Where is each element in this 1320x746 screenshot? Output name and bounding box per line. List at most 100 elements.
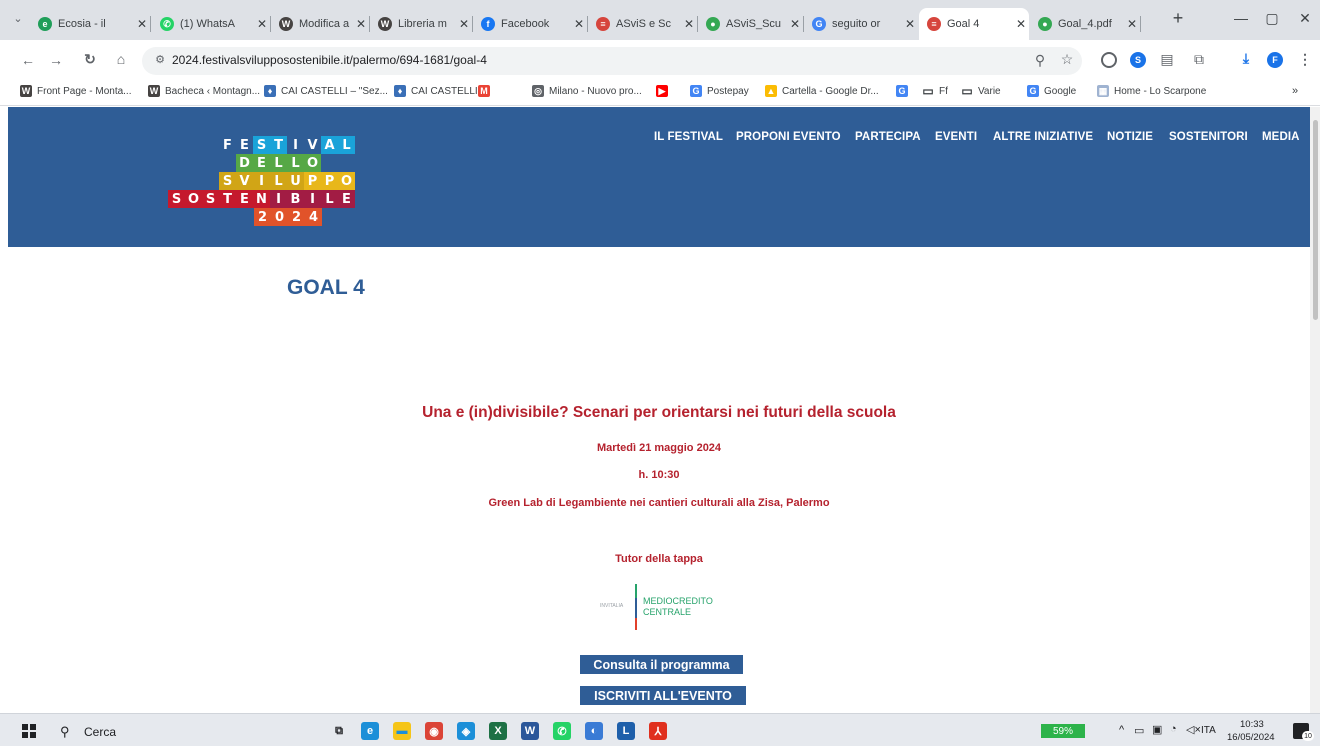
nav-item-partecipa[interactable]: PARTECIPA xyxy=(855,131,921,143)
bookmark-item[interactable]: G Postepay xyxy=(690,85,749,97)
bookmark-item[interactable]: ▭ Varie xyxy=(961,84,1000,98)
bookmark-item[interactable]: ▶ xyxy=(656,85,673,97)
tab-3[interactable]: W Libreria m ✕ xyxy=(370,8,473,40)
taskbar-search-icon[interactable]: ⚲ xyxy=(60,724,70,740)
bookmark-item[interactable]: ◎ Milano - Nuovo pro... xyxy=(532,85,642,97)
tab-6[interactable]: ● ASviS_Scu ✕ xyxy=(698,8,804,40)
logo-letter: L xyxy=(270,172,287,190)
restore-icon[interactable]: ▢ xyxy=(1257,10,1287,27)
bookmark-item[interactable]: G xyxy=(896,85,913,97)
extension-s-icon[interactable]: S xyxy=(1130,52,1146,68)
bookmark-item[interactable]: ♦ CAI CASTELLI – "Sez... xyxy=(264,85,388,97)
lexibook-icon[interactable]: L xyxy=(617,722,635,740)
extension-reader-icon[interactable]: ▤ xyxy=(1157,51,1177,68)
tab-search-icon[interactable]: ⌄ xyxy=(8,12,28,25)
nav-item-notizie[interactable]: NOTIZIE xyxy=(1107,131,1153,143)
profile-avatar-icon[interactable]: F xyxy=(1267,52,1283,68)
tab-close-icon[interactable]: ✕ xyxy=(1013,17,1029,31)
tab-close-icon[interactable]: ✕ xyxy=(787,17,803,31)
tab-close-icon[interactable]: ✕ xyxy=(902,17,918,31)
whatsapp-icon[interactable]: ✆ xyxy=(553,722,571,740)
minimize-icon[interactable]: — xyxy=(1226,10,1256,26)
home-icon[interactable]: ⌂ xyxy=(111,51,131,67)
close-window-icon[interactable]: ✕ xyxy=(1290,10,1320,27)
google-icon: G xyxy=(1027,85,1039,97)
extension-opera-icon[interactable] xyxy=(1101,52,1117,68)
tab-close-icon[interactable]: ✕ xyxy=(254,17,270,31)
bookmark-item[interactable]: ▭ Ff xyxy=(922,84,948,98)
tab-8[interactable]: ≡ Goal 4 ✕ xyxy=(919,8,1029,40)
file-explorer-icon[interactable]: ▬ xyxy=(393,722,411,740)
ms-store-icon[interactable]: ◈ xyxy=(457,722,475,740)
tab-close-icon[interactable]: ✕ xyxy=(456,17,472,31)
windows-start-icon[interactable] xyxy=(22,724,36,738)
edge-icon[interactable]: e xyxy=(361,722,379,740)
tray-battery-icon[interactable]: ▭ xyxy=(1134,724,1144,737)
forward-icon[interactable]: → xyxy=(46,52,66,68)
nav-item-eventi[interactable]: EVENTI xyxy=(935,131,977,143)
register-button[interactable]: ISCRIVITI ALL'EVENTO xyxy=(580,686,746,705)
sheet-icon: ● xyxy=(706,17,720,31)
nav-item-altre-iniziative[interactable]: ALTRE INIZIATIVE xyxy=(993,131,1093,143)
bookmark-item[interactable]: W Bacheca ‹ Montagn... xyxy=(148,85,260,97)
tab-close-icon[interactable]: ✕ xyxy=(571,17,587,31)
logo-letter: V xyxy=(304,136,321,154)
reload-icon[interactable]: ↻ xyxy=(80,51,100,68)
nav-item-proponi-evento[interactable]: PROPONI EVENTO xyxy=(736,131,841,143)
tab-5[interactable]: ≡ ASviS e Sc ✕ xyxy=(588,8,698,40)
chrome-icon[interactable]: ◉ xyxy=(425,722,443,740)
bookmark-item[interactable]: W Front Page - Monta... xyxy=(20,85,132,97)
back-icon[interactable]: ← xyxy=(18,52,38,68)
site-info-icon[interactable]: ⚙ xyxy=(150,53,170,66)
word-icon[interactable]: W xyxy=(521,722,539,740)
tab-0[interactable]: e Ecosia - il ✕ xyxy=(30,8,151,40)
bookmark-item[interactable]: G Google xyxy=(1027,85,1076,97)
tab-close-icon[interactable]: ✕ xyxy=(353,17,369,31)
tab-close-icon[interactable]: ✕ xyxy=(681,17,697,31)
bookmark-label: Bacheca ‹ Montagn... xyxy=(165,85,261,97)
zoom-icon[interactable]: ⚲ xyxy=(1030,52,1050,69)
tray-chevron-icon[interactable]: ^ xyxy=(1119,724,1124,736)
tab-9[interactable]: ● Goal_4.pdf ✕ xyxy=(1030,8,1141,40)
tray-meet-icon[interactable]: ▣ xyxy=(1152,723,1162,736)
nav-item-il-festival[interactable]: IL FESTIVAL xyxy=(654,131,723,143)
bookmark-item[interactable]: ▦ Home - Lo Scarpone xyxy=(1097,85,1206,97)
tab-close-icon[interactable]: ✕ xyxy=(134,17,150,31)
tab-1[interactable]: ✆ (1) WhatsA ✕ xyxy=(152,8,271,40)
tab-2[interactable]: W Modifica a ✕ xyxy=(271,8,370,40)
tray-time[interactable]: 10:33 xyxy=(1240,719,1264,730)
tray-date[interactable]: 16/05/2024 xyxy=(1227,732,1275,743)
tray-volume-icon[interactable]: ◁× xyxy=(1186,723,1201,736)
bookmark-item[interactable]: M xyxy=(478,85,495,97)
tab-title: Goal_4.pdf xyxy=(1058,18,1112,30)
program-button[interactable]: Consulta il programma xyxy=(580,655,743,674)
more-bookmarks-icon[interactable]: » xyxy=(1292,85,1298,97)
tray-wifi-icon[interactable]: ◔ xyxy=(1170,723,1177,735)
tab-separator xyxy=(1140,16,1141,32)
tab-close-icon[interactable]: ✕ xyxy=(1124,17,1140,31)
bookmark-item[interactable]: ♦ CAI CASTELLI xyxy=(394,85,478,97)
bookmark-star-icon[interactable]: ☆ xyxy=(1057,51,1077,68)
sponsor-logo[interactable]: INVITALIA MEDIOCREDITO CENTRALE xyxy=(600,584,722,634)
bookmark-item[interactable]: ▲ Cartella - Google Dr... xyxy=(765,85,879,97)
battery-indicator[interactable]: 59% xyxy=(1041,724,1085,738)
menu-kebab-icon[interactable]: ⋮ xyxy=(1295,51,1315,68)
page-title: GOAL 4 xyxy=(287,276,365,299)
extensions-puzzle-icon[interactable]: ⧉ xyxy=(1189,51,1209,68)
tab-title: (1) WhatsA xyxy=(180,18,236,30)
url-text[interactable]: 2024.festivalsvilupposostenibile.it/pale… xyxy=(172,53,487,67)
nav-item-sostenitori[interactable]: SOSTENITORI xyxy=(1169,131,1248,143)
download-icon[interactable]: ⤓ xyxy=(1236,50,1256,67)
excel-icon[interactable]: X xyxy=(489,722,507,740)
new-tab-icon[interactable]: + xyxy=(1163,8,1193,29)
tab-4[interactable]: f Facebook ✕ xyxy=(473,8,588,40)
tray-language[interactable]: ITA xyxy=(1201,725,1216,736)
acrobat-icon[interactable]: ⅄ xyxy=(649,722,667,740)
tab-7[interactable]: Gseguito or ✕ xyxy=(804,8,918,40)
taskbar-search-input[interactable]: Cerca xyxy=(84,725,116,739)
task-view-icon[interactable]: ⧉ xyxy=(330,722,348,740)
tab-title: Modifica a xyxy=(299,18,350,30)
photos-icon[interactable]: ◐ xyxy=(585,722,603,740)
scroll-thumb[interactable] xyxy=(1313,120,1318,320)
nav-item-media[interactable]: MEDIA xyxy=(1262,131,1300,143)
